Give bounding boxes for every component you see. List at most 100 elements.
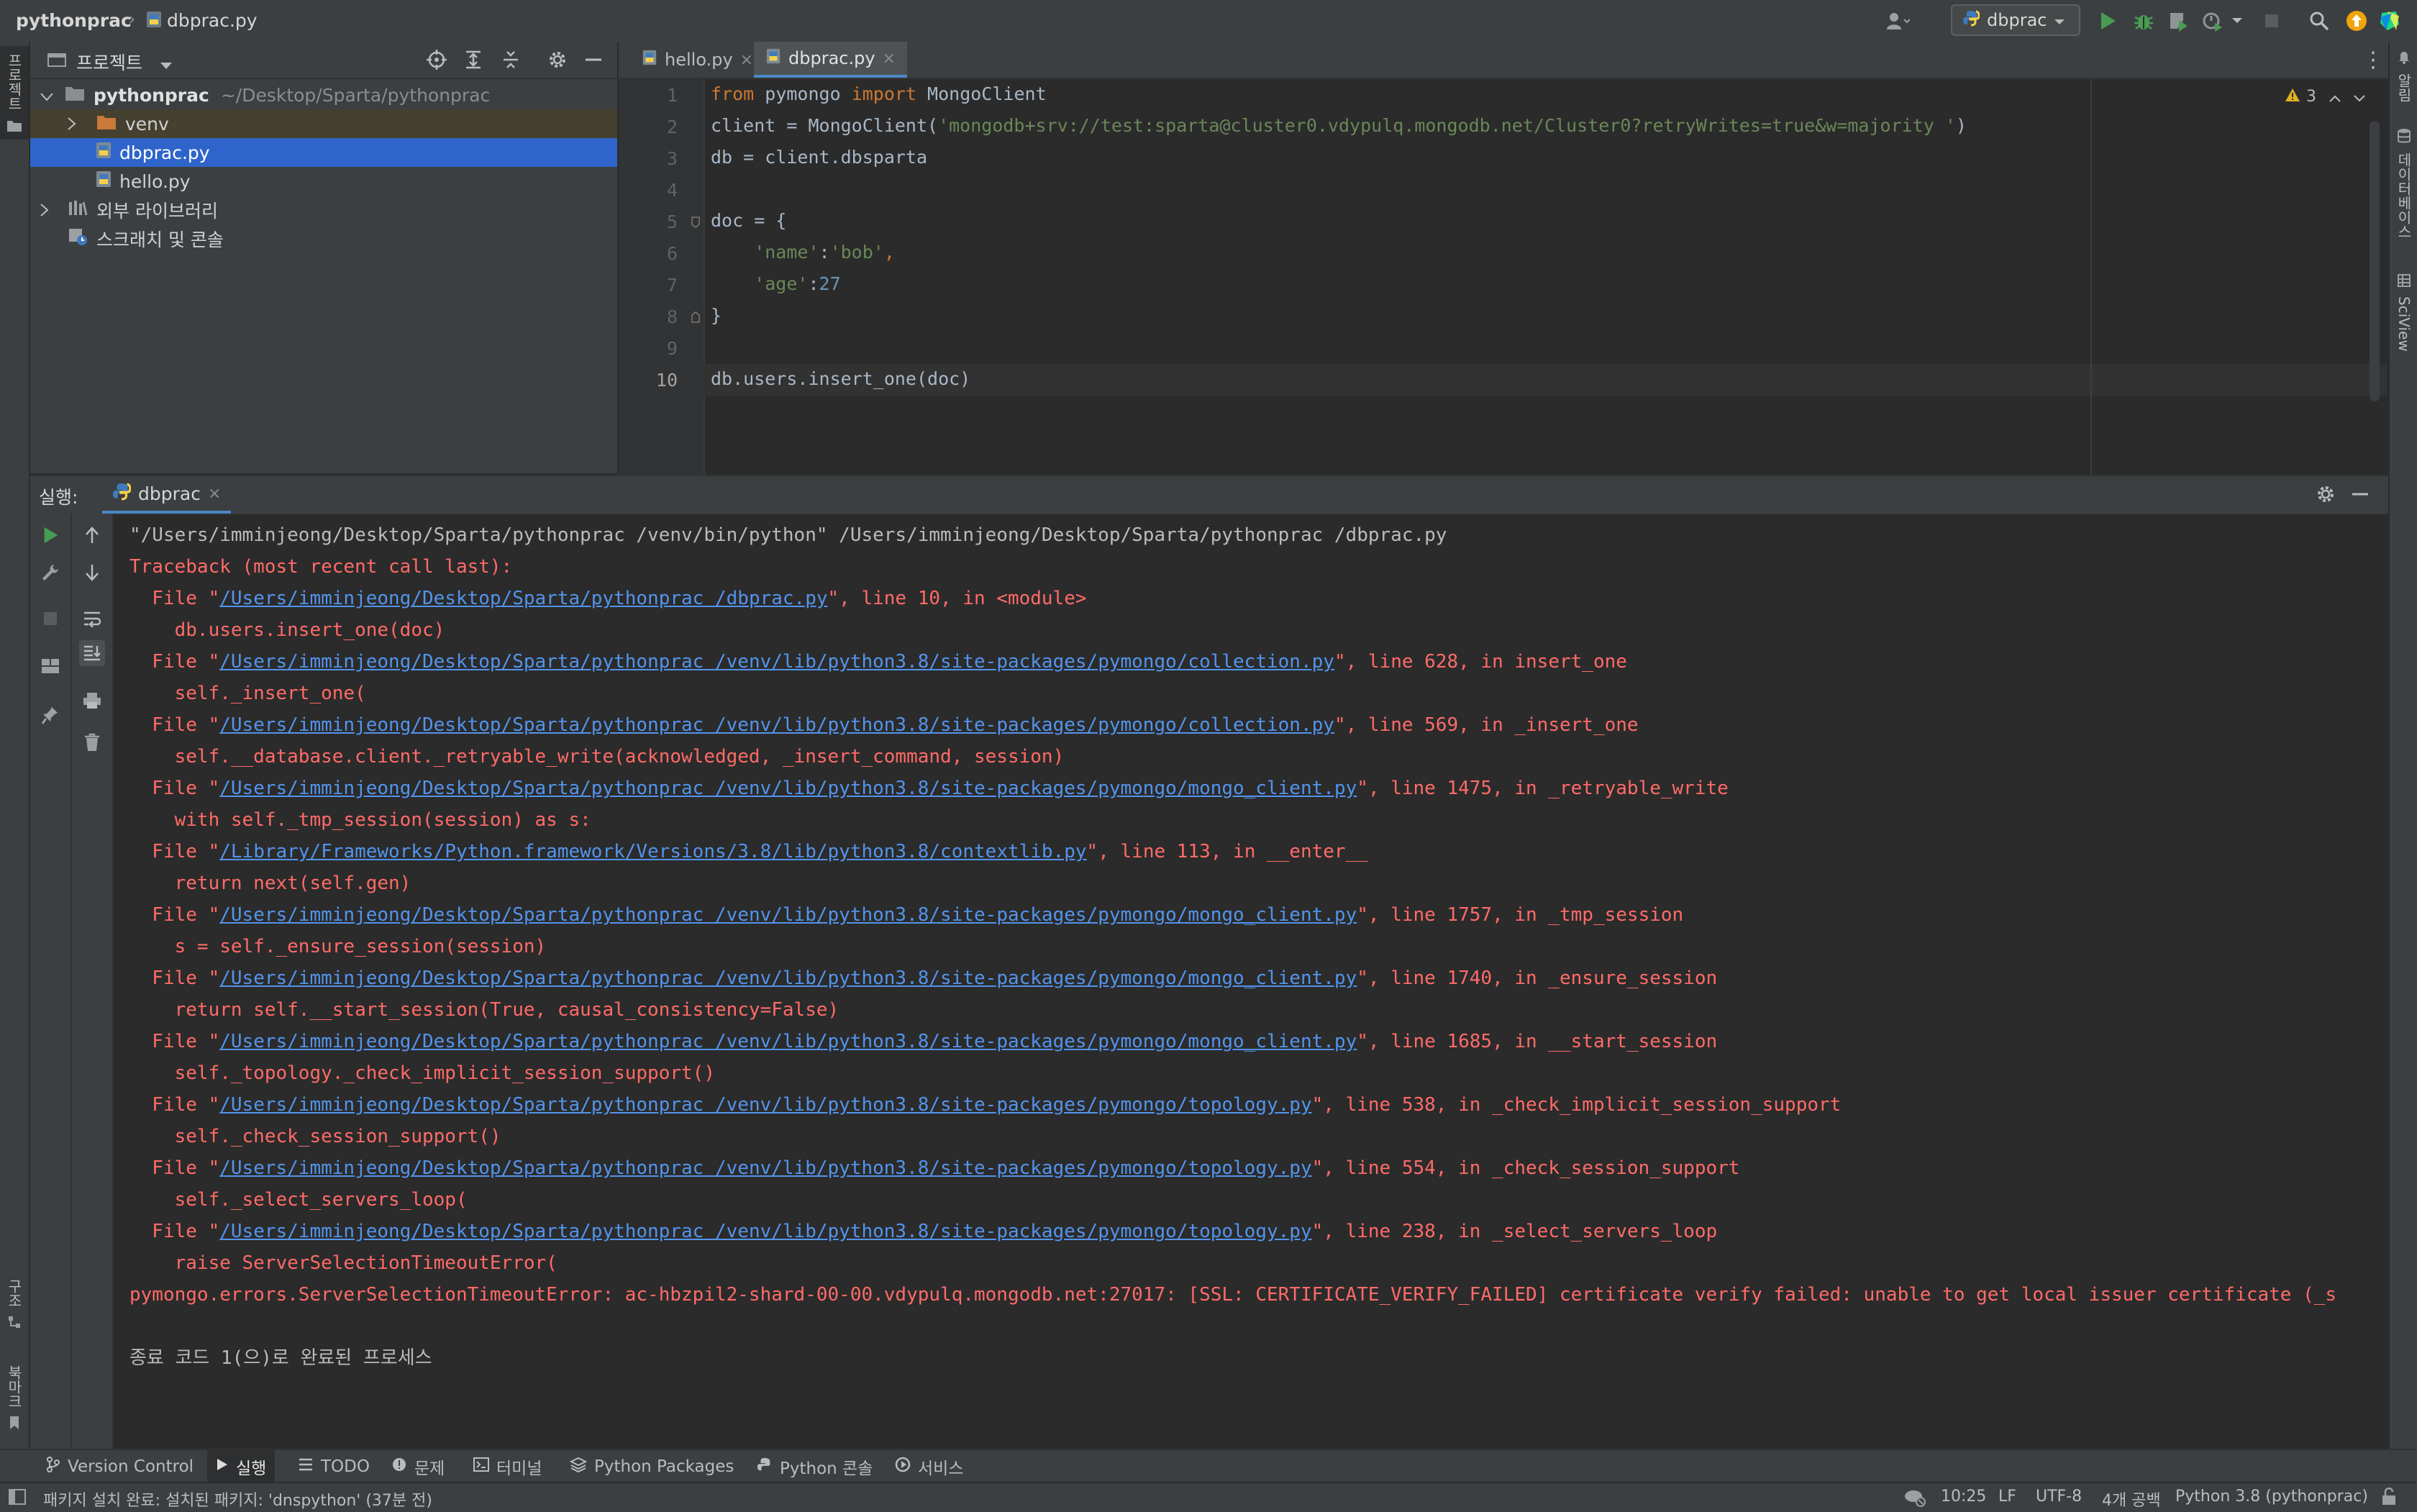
traceback-file-link[interactable]: /Users/imminjeong/Desktop/Sparta/pythonp…: [219, 967, 1357, 989]
close-icon[interactable]: ×: [740, 51, 753, 69]
traceback-file-link[interactable]: /Users/imminjeong/Desktop/Sparta/pythonp…: [219, 651, 1334, 673]
caret-position[interactable]: 10:25: [1941, 1488, 1986, 1506]
code-line-3[interactable]: db = client.dbsparta: [711, 147, 927, 168]
tool-problems[interactable]: 문제: [383, 1450, 453, 1483]
console-line: "/Users/imminjeong/Desktop/Sparta/python…: [129, 524, 1447, 546]
inspection-widget[interactable]: 3: [2285, 86, 2365, 106]
structure-tool-tab[interactable]: 구조: [0, 1279, 29, 1372]
file-encoding[interactable]: UTF-8: [2036, 1488, 2082, 1506]
gear-icon[interactable]: [2315, 483, 2336, 509]
collapse-all-icon[interactable]: [501, 49, 521, 75]
traceback-file-link[interactable]: /Users/imminjeong/Desktop/Sparta/pythonp…: [219, 1031, 1357, 1052]
minimize-icon[interactable]: [584, 49, 603, 75]
tree-item-scratches[interactable]: 스크래치 및 콘솔: [30, 224, 617, 253]
profile-icon[interactable]: [2200, 9, 2226, 33]
debug-icon[interactable]: [2131, 9, 2157, 33]
tree-item-venv[interactable]: venv: [30, 109, 617, 138]
no-connection-icon[interactable]: [1903, 1486, 1928, 1512]
bookmarks-tool-tab[interactable]: 북마크: [0, 1365, 29, 1452]
code-line-6[interactable]: 'name':'bob',: [711, 242, 895, 263]
jetbrains-logo-icon[interactable]: [2377, 9, 2403, 33]
project-panel-title[interactable]: 프로젝트: [76, 49, 142, 75]
database-tool-tab[interactable]: 데이터베이스: [2390, 128, 2417, 279]
console-line: File "/Users/imminjeong/Desktop/Sparta/p…: [129, 962, 1717, 994]
traceback-file-link[interactable]: /Users/imminjeong/Desktop/Sparta/pythonp…: [219, 778, 1357, 799]
stop-icon[interactable]: [37, 606, 63, 632]
pin-icon[interactable]: [37, 702, 63, 728]
wrench-icon[interactable]: [37, 560, 63, 586]
traceback-file-link[interactable]: /Users/imminjeong/Desktop/Sparta/pythonp…: [219, 588, 827, 609]
locate-file-icon[interactable]: [426, 49, 447, 75]
tool-python-packages[interactable]: Python Packages: [561, 1450, 742, 1483]
project-tool-tab[interactable]: 프로젝트: [0, 46, 29, 140]
tree-item-hello[interactable]: hello.py: [30, 167, 617, 196]
panel-toggle-icon[interactable]: [9, 1489, 26, 1509]
search-icon[interactable]: [2306, 9, 2332, 33]
account-icon[interactable]: [1885, 9, 1911, 33]
code-line-7[interactable]: 'age':27: [711, 273, 840, 294]
chevron-down-icon[interactable]: [2230, 9, 2244, 33]
fold-icon[interactable]: [691, 213, 701, 233]
status-message[interactable]: 패키지 설치 완료: 설치된 패키지: 'dnspython' (37분 전): [43, 1488, 432, 1511]
stop-icon[interactable]: [2259, 9, 2285, 33]
tree-item-dbprac[interactable]: dbprac.py: [30, 138, 617, 167]
tool-version-control[interactable]: Version Control: [37, 1450, 202, 1483]
tool-services[interactable]: 서비스: [886, 1450, 972, 1483]
tool-python-console[interactable]: Python 콘솔: [748, 1450, 881, 1483]
update-icon[interactable]: [2344, 9, 2370, 33]
gear-icon[interactable]: [547, 49, 568, 75]
minimize-icon[interactable]: [2351, 483, 2370, 509]
layout-icon[interactable]: [37, 653, 63, 679]
traceback-file-link[interactable]: /Users/imminjeong/Desktop/Sparta/pythonp…: [219, 1157, 1311, 1179]
code-line-5[interactable]: doc = {: [711, 210, 786, 231]
close-icon[interactable]: ×: [883, 50, 896, 68]
code-line-1[interactable]: from pymongo import MongoClient: [711, 83, 1047, 104]
tab-dbprac-py[interactable]: dbprac.py ×: [754, 42, 907, 78]
more-options-icon[interactable]: ⋮: [2362, 47, 2384, 73]
fold-icon[interactable]: [691, 308, 701, 328]
scroll-to-end-icon[interactable]: [79, 640, 105, 666]
tool-todo[interactable]: TODO: [289, 1450, 378, 1483]
traceback-file-link[interactable]: /Users/imminjeong/Desktop/Sparta/pythonp…: [219, 904, 1357, 926]
chevron-down-icon[interactable]: [2354, 86, 2365, 106]
traceback-file-link[interactable]: /Users/imminjeong/Desktop/Sparta/pythonp…: [219, 714, 1334, 736]
tree-item-root[interactable]: pythonprac ~/Desktop/Sparta/pythonprac: [30, 81, 617, 109]
tool-terminal[interactable]: 터미널: [465, 1450, 550, 1483]
traceback-file-link[interactable]: /Library/Frameworks/Python.framework/Ver…: [219, 841, 1086, 862]
arrow-up-icon[interactable]: [79, 522, 105, 548]
rerun-icon[interactable]: [37, 522, 63, 548]
arrow-down-icon[interactable]: [79, 560, 105, 586]
tree-item-external-libraries[interactable]: 외부 라이브러리: [30, 196, 617, 224]
line-separator[interactable]: LF: [1998, 1488, 2016, 1506]
expand-all-icon[interactable]: [463, 49, 483, 75]
print-icon[interactable]: [79, 688, 105, 714]
lock-icon[interactable]: [2381, 1487, 2397, 1511]
code-line-2[interactable]: client = MongoClient('mongodb+srv://test…: [711, 115, 1967, 136]
traceback-file-link[interactable]: /Users/imminjeong/Desktop/Sparta/pythonp…: [219, 1221, 1311, 1242]
project-tool-tab-label: 프로젝트: [5, 53, 23, 111]
coverage-icon[interactable]: [2165, 9, 2191, 33]
close-icon[interactable]: ×: [208, 485, 221, 503]
notifications-tool-tab[interactable]: 알림: [2390, 49, 2417, 114]
chevron-up-icon[interactable]: [2329, 86, 2341, 106]
soft-wrap-icon[interactable]: [79, 606, 105, 632]
sciview-tool-tab[interactable]: SciView: [2390, 272, 2417, 401]
python-interpreter[interactable]: Python 3.8 (pythonprac): [2175, 1488, 2368, 1506]
tab-hello-py[interactable]: hello.py ×: [630, 42, 765, 78]
console-text: File ": [129, 1094, 220, 1116]
run-configuration-selector[interactable]: dbprac: [1951, 4, 2080, 36]
breadcrumb-file[interactable]: dbprac.py: [167, 10, 258, 31]
code-line-10[interactable]: db.users.insert_one(doc): [711, 368, 970, 389]
run-icon[interactable]: [2095, 9, 2121, 33]
editor-scrollbar[interactable]: [2370, 121, 2380, 401]
breadcrumb-project[interactable]: pythonprac: [16, 10, 132, 31]
indent-setting[interactable]: 4개 공백: [2102, 1488, 2161, 1511]
console-output[interactable]: "/Users/imminjeong/Desktop/Sparta/python…: [129, 519, 2381, 1440]
traceback-file-link[interactable]: /Users/imminjeong/Desktop/Sparta/pythonp…: [219, 1094, 1311, 1116]
run-tab-dbprac[interactable]: dbprac ×: [102, 476, 232, 514]
run-tool-window: 실행: dbprac × "/Users/imminjeong/Desktop/…: [30, 475, 2388, 1450]
tool-run[interactable]: 실행: [207, 1450, 276, 1483]
code-line-8[interactable]: }: [711, 305, 722, 326]
trash-icon[interactable]: [79, 729, 105, 755]
chevron-down-icon[interactable]: [160, 55, 173, 75]
